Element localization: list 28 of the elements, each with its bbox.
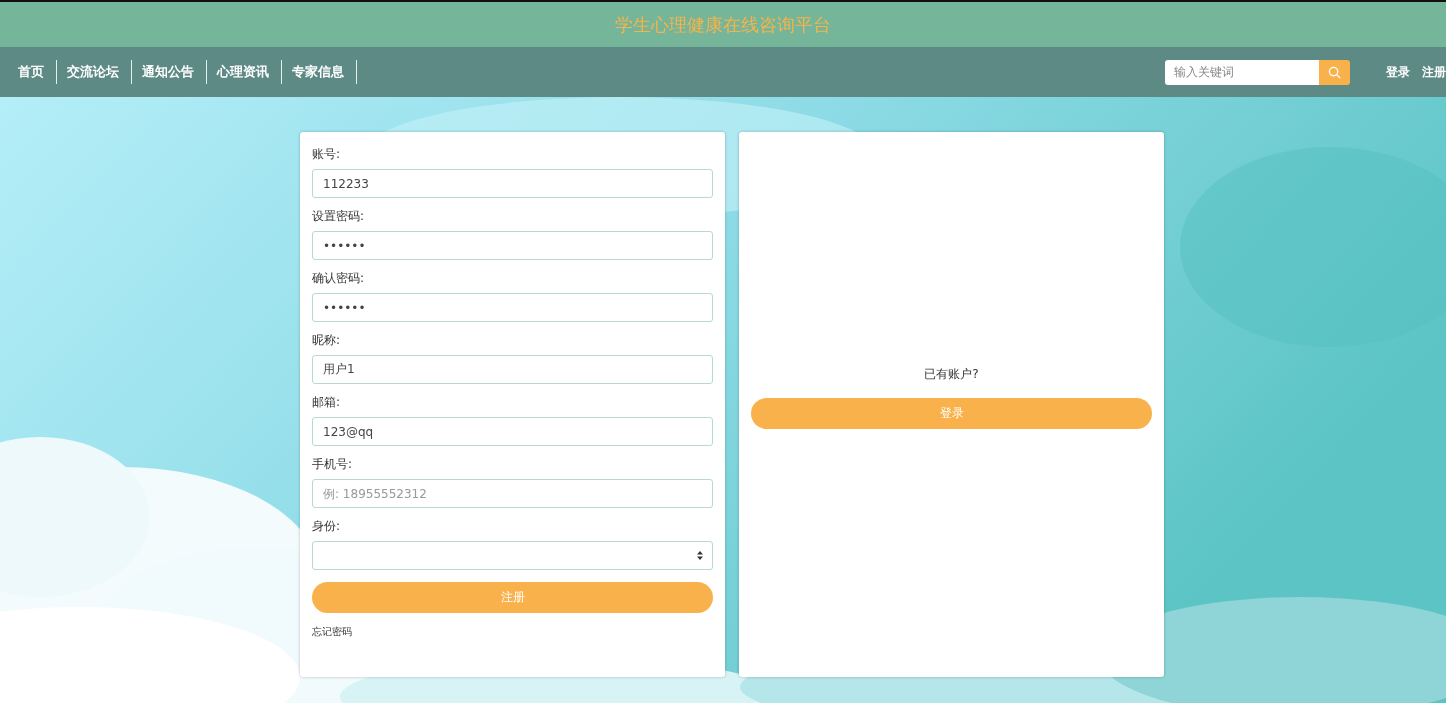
forgot-password-link[interactable]: 忘记密码 xyxy=(312,625,352,639)
input-field[interactable]: 123@qq xyxy=(312,417,713,446)
field-label: 身份: xyxy=(312,518,342,535)
auth-link[interactable]: 登录 xyxy=(1386,63,1410,81)
field-label: 邮箱: xyxy=(312,394,342,411)
field-label: 昵称: xyxy=(312,332,342,349)
search-button[interactable] xyxy=(1319,59,1350,85)
field-label: 设置密码: xyxy=(312,208,366,225)
select-field[interactable] xyxy=(312,541,713,570)
search-icon xyxy=(1328,65,1341,79)
input-field[interactable]: •••••• xyxy=(312,293,713,322)
input-field[interactable]: •••••• xyxy=(312,231,713,260)
nav-link[interactable]: 交流论坛 xyxy=(57,60,132,84)
nav-link[interactable]: 心理资讯 xyxy=(207,60,282,84)
field-label: 确认密码: xyxy=(312,270,366,287)
search-field[interactable]: 输入关键词 xyxy=(1165,59,1319,85)
input-field[interactable]: 用户1 xyxy=(312,355,713,384)
nav-link[interactable]: 首页 xyxy=(8,60,57,84)
field-label: 手机号: xyxy=(312,456,354,473)
sort-arrows-icon xyxy=(697,551,703,560)
login-prompt: 已有账户? xyxy=(923,366,980,383)
input-field[interactable]: 112233 xyxy=(312,169,713,198)
auth-link[interactable]: 注册 xyxy=(1422,63,1446,81)
nav-link[interactable]: 通知公告 xyxy=(132,60,207,84)
field-label: 账号: xyxy=(312,146,342,163)
nav-link[interactable]: 专家信息 xyxy=(282,60,357,84)
site-title: 学生心理健康在线咨询平台 xyxy=(615,12,831,37)
input-field[interactable]: 例: 18955552312 xyxy=(312,479,713,508)
